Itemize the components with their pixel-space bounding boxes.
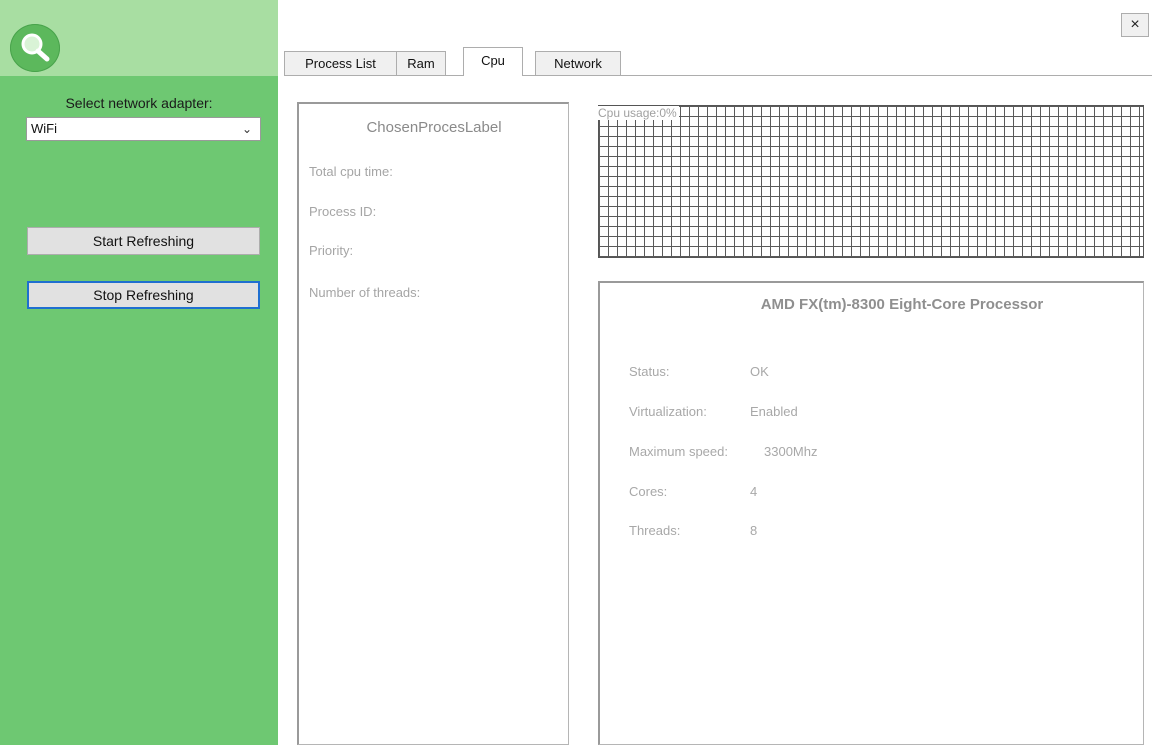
- virtualization-key: Virtualization:: [629, 404, 707, 419]
- tab-cpu[interactable]: Cpu: [463, 47, 523, 76]
- cores-value: 4: [750, 484, 758, 499]
- sidebar: Select network adapter: WiFi ⌄ Start Ref…: [0, 0, 278, 745]
- stop-refreshing-button[interactable]: Stop Refreshing: [27, 281, 260, 309]
- close-button[interactable]: ×: [1121, 13, 1149, 37]
- cpu-usage-label: Cpu usage:0%: [598, 106, 679, 120]
- threads-value: 8: [750, 523, 758, 538]
- chosen-process-label: ChosenProcesLabel: [366, 119, 502, 136]
- tab-ram[interactable]: Ram: [396, 51, 446, 75]
- tab-network[interactable]: Network: [535, 51, 621, 75]
- magnifier-icon: [10, 24, 60, 72]
- adapter-label: Select network adapter:: [65, 95, 213, 111]
- chevron-down-icon: ⌄: [241, 122, 252, 136]
- start-refreshing-button[interactable]: Start Refreshing: [27, 227, 260, 255]
- tab-process-list[interactable]: Process List: [284, 51, 397, 75]
- chosen-process-panel: ChosenProcesLabel Total cpu time: Proces…: [297, 102, 569, 745]
- virtualization-value: Enabled: [750, 404, 798, 419]
- cpu-tab-content: ChosenProcesLabel Total cpu time: Proces…: [284, 76, 1152, 745]
- cores-key: Cores:: [629, 484, 668, 499]
- number-of-threads-label: Number of threads:: [309, 285, 421, 300]
- sidebar-header: [0, 0, 278, 76]
- cpu-name: AMD FX(tm)-8300 Eight-Core Processor: [760, 296, 1044, 313]
- process-id-label: Process ID:: [309, 204, 377, 219]
- priority-label: Priority:: [309, 243, 354, 258]
- status-key: Status:: [629, 364, 670, 379]
- total-cpu-time-label: Total cpu time:: [309, 164, 393, 179]
- adapter-selected-value: WiFi: [31, 121, 57, 136]
- status-value: OK: [750, 364, 769, 379]
- network-adapter-select[interactable]: WiFi ⌄: [26, 117, 261, 141]
- max-speed-key: Maximum speed:: [629, 444, 728, 459]
- cpu-usage-graph: [598, 105, 1144, 258]
- max-speed-value: 3300Mhz: [764, 444, 818, 459]
- cpu-info-panel: AMD FX(tm)-8300 Eight-Core Processor Sta…: [598, 281, 1144, 745]
- threads-key: Threads:: [629, 523, 681, 538]
